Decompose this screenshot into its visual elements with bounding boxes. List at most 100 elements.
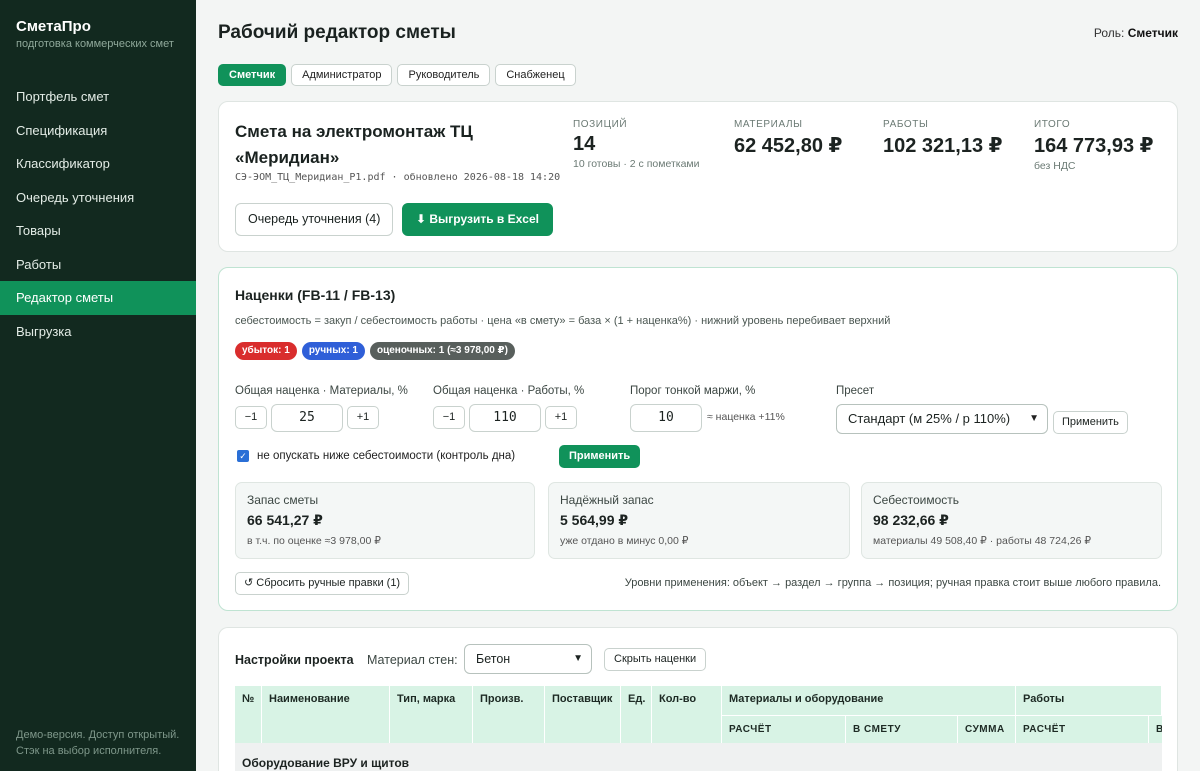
works-markup-input[interactable]: 110 [469, 404, 541, 432]
cost-value: 98 232,66 ₽ [873, 512, 949, 528]
works-minus-button[interactable]: −1 [433, 406, 465, 429]
sidebar-item-classifier[interactable]: Классификатор [0, 147, 196, 181]
col-sub-materials-estimate: В СМЕТУ [846, 715, 958, 743]
sidebar-item-export[interactable]: Выгрузка [0, 315, 196, 349]
tab-estimator[interactable]: Сметчик [218, 64, 287, 86]
threshold-approx: ≈ наценка +11% [707, 411, 785, 423]
project-settings-title: Настройки проекта [235, 653, 354, 667]
col-header-works: Работы [1016, 686, 1162, 715]
wall-material-label: Материал стен: [367, 653, 458, 667]
col-header-supplier: Поставщик [545, 686, 621, 743]
estimate-file-info: СЭ-ЭОМ_ТЦ_Меридиан_Р1.pdf · обновлено 20… [235, 172, 561, 183]
markup-description: себестоимость = закуп / себестоимость ра… [235, 315, 891, 327]
materials-markup-label: Общая наценка · Материалы, % [235, 385, 408, 397]
col-sub-materials-calc: РАСЧЁТ [722, 715, 846, 743]
wall-material-value: Бетон [476, 652, 511, 666]
sidebar: СметаПро подготовка коммерческих смет По… [0, 0, 196, 771]
sidebar-item-goods[interactable]: Товары [0, 214, 196, 248]
sidebar-item-portfolio[interactable]: Портфель смет [0, 80, 196, 114]
brand: СметаПро подготовка коммерческих смет [0, 0, 196, 50]
materials-plus-button[interactable]: +1 [347, 406, 379, 429]
sidebar-item-estimate-editor[interactable]: Редактор сметы [0, 281, 196, 315]
markup-card: Наценки (FB-11 / FB-13) себестоимость = … [218, 267, 1178, 611]
works-markup-label: Общая наценка · Работы, % [433, 385, 585, 397]
apply-preset-button[interactable]: Применить [1053, 411, 1128, 434]
sidebar-item-specification[interactable]: Спецификация [0, 114, 196, 148]
sidebar-item-clarification-queue[interactable]: Очередь уточнения [0, 181, 196, 215]
threshold-input[interactable]: 10 [630, 404, 702, 432]
chevron-down-icon: ▼ [573, 653, 583, 664]
stat-positions-sub: 10 готовы · 2 с пометками [573, 158, 700, 170]
tab-administrator[interactable]: Администратор [291, 64, 393, 86]
col-header-num: № [235, 686, 262, 743]
sidebar-nav: Портфель смет Спецификация Классификатор… [0, 80, 196, 348]
role-indicator: Роль: Сметчик [1094, 26, 1178, 40]
materials-markup-input[interactable]: 25 [271, 404, 343, 432]
manual-badge: ручных: 1 [301, 342, 365, 360]
stat-total-value: 164 773,93 ₽ [1034, 135, 1154, 157]
stat-positions: Позиций 14 10 готовы · 2 с пометками [573, 119, 700, 170]
brand-subtitle: подготовка коммерческих смет [16, 38, 174, 50]
project-settings-card: Настройки проекта Материал стен: Бетон ▼… [218, 627, 1178, 771]
sidebar-footer: Демо-версия. Доступ открытый. Стэк на вы… [16, 728, 186, 759]
stat-total-sub: без НДС [1034, 160, 1076, 172]
apply-markup-button[interactable]: Применить [559, 445, 641, 468]
col-sub-works-estimate: В [1149, 715, 1162, 743]
stat-works-value: 102 321,13 ₽ [883, 135, 1003, 157]
reserve-sub: в т.ч. по оценке ≈3 978,00 ₽ [247, 535, 381, 547]
stat-materials-label: Материалы [734, 119, 803, 130]
loss-badge: убыток: 1 [235, 342, 297, 360]
sidebar-footer-stack: Стэк на выбор исполнителя. [16, 744, 162, 757]
preset-label: Пресет [836, 385, 875, 397]
markup-badges: убыток: 1 ручных: 1 оценочных: 1 (≈3 978… [235, 342, 515, 360]
materials-minus-button[interactable]: −1 [235, 406, 267, 429]
reserve-value: 66 541,27 ₽ [247, 512, 323, 528]
tab-manager[interactable]: Руководитель [397, 64, 491, 86]
preset-selected-value: Стандарт (м 25% / р 110%) [848, 411, 1011, 426]
estimated-badge: оценочных: 1 (≈3 978,00 ₽) [369, 342, 515, 360]
cost-sub: материалы 49 508,40 ₽ · работы 48 724,26… [873, 535, 1092, 547]
col-sub-works-calc: РАСЧЁТ [1016, 715, 1149, 743]
reliable-reserve-value: 5 564,99 ₽ [560, 512, 629, 528]
stat-materials: Материалы 62 452,80 ₽ [734, 119, 842, 158]
page-title: Рабочий редактор сметы [218, 22, 456, 43]
cost-box: Себестоимость 98 232,66 ₽ материалы 49 5… [861, 482, 1162, 559]
role-value: Сметчик [1127, 26, 1178, 40]
stat-materials-value: 62 452,80 ₽ [734, 135, 843, 157]
col-header-qty: Кол-во [652, 686, 722, 743]
hide-markups-button[interactable]: Скрыть наценки [604, 648, 707, 671]
levels-note: Уровни применения: объект → раздел → гру… [624, 577, 1161, 589]
stat-positions-value: 14 [573, 133, 596, 155]
reliable-reserve-box: Надёжный запас 5 564,99 ₽ уже отдано в м… [548, 482, 850, 559]
stat-total: Итого 164 773,93 ₽ без НДС [1034, 119, 1154, 172]
clarification-queue-button[interactable]: Очередь уточнения (4) [235, 203, 394, 236]
estimate-summary-card: Смета на электромонтаж ТЦ «Меридиан» СЭ-… [218, 101, 1178, 252]
reserve-box: Запас сметы 66 541,27 ₽ в т.ч. по оценке… [235, 482, 535, 559]
reset-manual-edits-button[interactable]: ↺ Сбросить ручные правки (1) [235, 572, 410, 595]
stat-total-label: Итого [1034, 119, 1071, 130]
brand-title: СметаПро [16, 18, 91, 35]
col-header-name: Наименование [262, 686, 390, 743]
table-group-row: Оборудование ВРУ и щитов [235, 743, 1162, 771]
floor-checkbox-label[interactable]: не опускать ниже себестоимости (контроль… [257, 450, 515, 462]
stat-works: Работы 102 321,13 ₽ [883, 119, 1003, 158]
reserve-title: Запас сметы [247, 493, 319, 507]
col-sub-materials-sum: СУММА [958, 715, 1016, 743]
col-header-materials: Материалы и оборудование [722, 686, 1016, 715]
markup-title: Наценки (FB-11 / FB-13) [235, 287, 396, 303]
sidebar-item-works[interactable]: Работы [0, 248, 196, 282]
threshold-label: Порог тонкой маржи, % [630, 385, 756, 397]
preset-select[interactable]: Стандарт (м 25% / р 110%) ▼ [836, 404, 1048, 434]
export-excel-button[interactable]: ⬇ Выгрузить в Excel [402, 203, 553, 236]
wall-material-select[interactable]: Бетон ▼ [464, 644, 592, 674]
floor-checkbox[interactable]: ✓ [237, 450, 249, 462]
estimate-title: Смета на электромонтаж ТЦ «Меридиан» [235, 122, 473, 167]
role-label: Роль: [1093, 26, 1125, 40]
stat-works-label: Работы [883, 119, 929, 130]
chevron-down-icon: ▼ [1029, 413, 1039, 424]
works-plus-button[interactable]: +1 [545, 406, 577, 429]
cost-title: Себестоимость [873, 493, 960, 507]
col-header-unit: Ед. [621, 686, 652, 743]
tab-supplier[interactable]: Снабженец [495, 64, 576, 86]
reliable-reserve-sub: уже отдано в минус 0,00 ₽ [560, 535, 689, 547]
